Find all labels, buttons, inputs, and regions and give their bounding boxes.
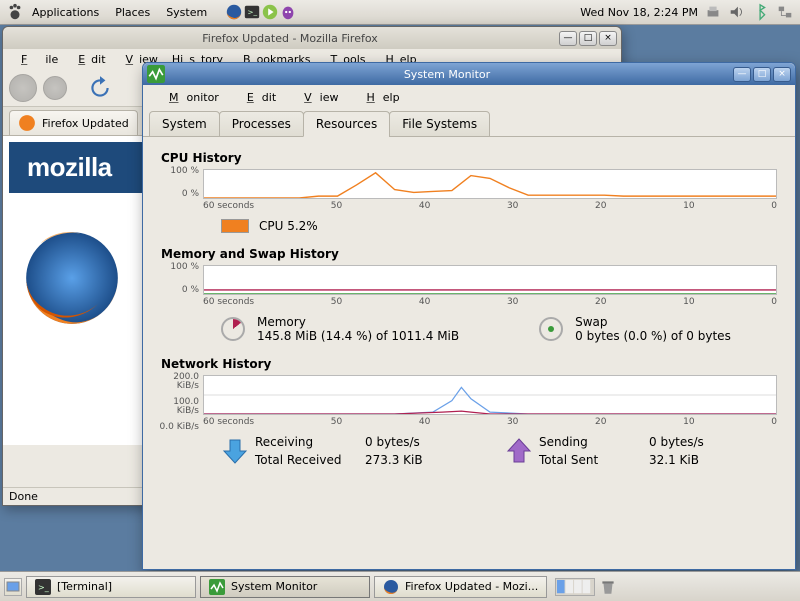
net-chart: [203, 375, 777, 415]
swap-readout: Swap 0 bytes (0.0 %) of 0 bytes: [539, 315, 731, 343]
firefox-titlebar[interactable]: Firefox Updated - Mozilla Firefox — □ ×: [3, 27, 621, 49]
terminal-launcher-icon[interactable]: >_: [243, 3, 261, 21]
tab-resources[interactable]: Resources: [303, 111, 390, 137]
tab-filesystems[interactable]: File Systems: [389, 111, 490, 137]
sysmon-icon: [209, 579, 225, 595]
top-panel: Applications Places System >_ Wed Nov 18…: [0, 0, 800, 25]
send-total: 32.1 KiB: [649, 453, 749, 467]
maximize-button[interactable]: □: [579, 31, 597, 46]
tray-printer-icon[interactable]: [704, 3, 722, 21]
cpu-chart: [203, 169, 777, 199]
cpu-legend-text: CPU 5.2%: [259, 219, 318, 233]
firefox-launcher-icon[interactable]: [225, 3, 243, 21]
tab-system[interactable]: System: [149, 111, 220, 137]
close-button[interactable]: ×: [773, 67, 791, 82]
menu-edit[interactable]: Edit: [231, 89, 284, 106]
resources-body: CPU History 100 %0 % 60 seconds 50 40 30…: [143, 137, 795, 477]
mem-chart: [203, 265, 777, 295]
play-launcher-icon[interactable]: [261, 3, 279, 21]
download-arrow-icon: [221, 437, 249, 465]
tray-bluetooth-icon[interactable]: [752, 3, 770, 21]
swap-label: Swap: [575, 315, 731, 329]
trash-icon[interactable]: [599, 578, 617, 596]
tab-label: Firefox Updated: [42, 117, 129, 130]
swap-value: 0 bytes (0.0 %) of 0 bytes: [575, 329, 731, 343]
task-label: Firefox Updated - Mozi...: [405, 580, 538, 593]
task-label: [Terminal]: [57, 580, 112, 593]
menu-edit[interactable]: Edit: [66, 51, 111, 68]
memory-label: Memory: [257, 315, 459, 329]
tray-network-icon[interactable]: [776, 3, 794, 21]
recv-label: Receiving: [255, 435, 365, 449]
net-heading: Network History: [161, 357, 777, 371]
firefox-logo-icon: [17, 223, 127, 333]
swap-pie-icon[interactable]: [539, 317, 563, 341]
reload-button[interactable]: [87, 75, 113, 101]
pidgin-launcher-icon[interactable]: [279, 3, 297, 21]
sysmon-tabs: System Processes Resources File Systems: [143, 110, 795, 137]
forward-button[interactable]: [43, 76, 67, 100]
minimize-button[interactable]: —: [733, 67, 751, 82]
task-sysmon[interactable]: System Monitor: [200, 576, 370, 598]
recv-rate: 0 bytes/s: [365, 435, 465, 449]
system-monitor-window: System Monitor — □ × Monitor Edit View H…: [142, 62, 796, 570]
sysmon-menubar: Monitor Edit View Help: [143, 85, 795, 110]
firefox-tab[interactable]: Firefox Updated: [9, 110, 138, 135]
svg-text:>_: >_: [248, 8, 258, 17]
status-text: Done: [9, 490, 38, 503]
system-menu[interactable]: System: [158, 4, 215, 21]
net-recv: Receiving 0 bytes/s Total Received 273.3…: [221, 435, 465, 467]
terminal-icon: >_: [35, 579, 51, 595]
tab-favicon-icon: [18, 114, 36, 132]
clock[interactable]: Wed Nov 18, 2:24 PM: [574, 6, 704, 19]
close-button[interactable]: ×: [599, 31, 617, 46]
memory-pie-icon[interactable]: [221, 317, 245, 341]
menu-view[interactable]: View: [288, 89, 346, 106]
applications-menu[interactable]: Applications: [24, 4, 107, 21]
tray-volume-icon[interactable]: [728, 3, 746, 21]
cpu-swatch[interactable]: [221, 219, 249, 233]
firefox-icon: [383, 579, 399, 595]
recv-total-label: Total Received: [255, 453, 365, 467]
sysmon-app-icon: [147, 65, 165, 83]
menu-help[interactable]: Help: [351, 89, 408, 106]
cpu-legend: CPU 5.2%: [221, 219, 777, 233]
firefox-title: Firefox Updated - Mozilla Firefox: [25, 32, 555, 45]
sysmon-titlebar[interactable]: System Monitor — □ ×: [143, 63, 795, 85]
cpu-heading: CPU History: [161, 151, 777, 165]
bottom-panel: >_ [Terminal] System Monitor Firefox Upd…: [0, 571, 800, 601]
svg-text:>_: >_: [38, 583, 50, 592]
back-button[interactable]: [9, 74, 37, 102]
show-desktop-button[interactable]: [4, 578, 22, 596]
task-label: System Monitor: [231, 580, 317, 593]
send-label: Sending: [539, 435, 649, 449]
places-menu[interactable]: Places: [107, 4, 158, 21]
menu-monitor[interactable]: Monitor: [153, 89, 227, 106]
net-send: Sending 0 bytes/s Total Sent 32.1 KiB: [505, 435, 749, 467]
sysmon-title: System Monitor: [165, 68, 729, 81]
cpu-section: CPU History 100 %0 % 60 seconds 50 40 30…: [161, 151, 777, 233]
send-rate: 0 bytes/s: [649, 435, 749, 449]
gnome-foot-icon: [6, 3, 24, 21]
task-firefox[interactable]: Firefox Updated - Mozi...: [374, 576, 547, 598]
maximize-button[interactable]: □: [753, 67, 771, 82]
task-terminal[interactable]: >_ [Terminal]: [26, 576, 196, 598]
menu-file[interactable]: File: [9, 51, 64, 68]
memory-readout: Memory 145.8 MiB (14.4 %) of 1011.4 MiB: [221, 315, 459, 343]
mem-heading: Memory and Swap History: [161, 247, 777, 261]
send-total-label: Total Sent: [539, 453, 649, 467]
mem-section: Memory and Swap History 100 %0 % 60 seco…: [161, 247, 777, 343]
minimize-button[interactable]: —: [559, 31, 577, 46]
upload-arrow-icon: [505, 437, 533, 465]
memory-value: 145.8 MiB (14.4 %) of 1011.4 MiB: [257, 329, 459, 343]
tab-processes[interactable]: Processes: [219, 111, 304, 137]
net-section: Network History 200.0 KiB/s100.0 KiB/s0.…: [161, 357, 777, 467]
workspace-switcher[interactable]: [555, 578, 595, 596]
recv-total: 273.3 KiB: [365, 453, 465, 467]
